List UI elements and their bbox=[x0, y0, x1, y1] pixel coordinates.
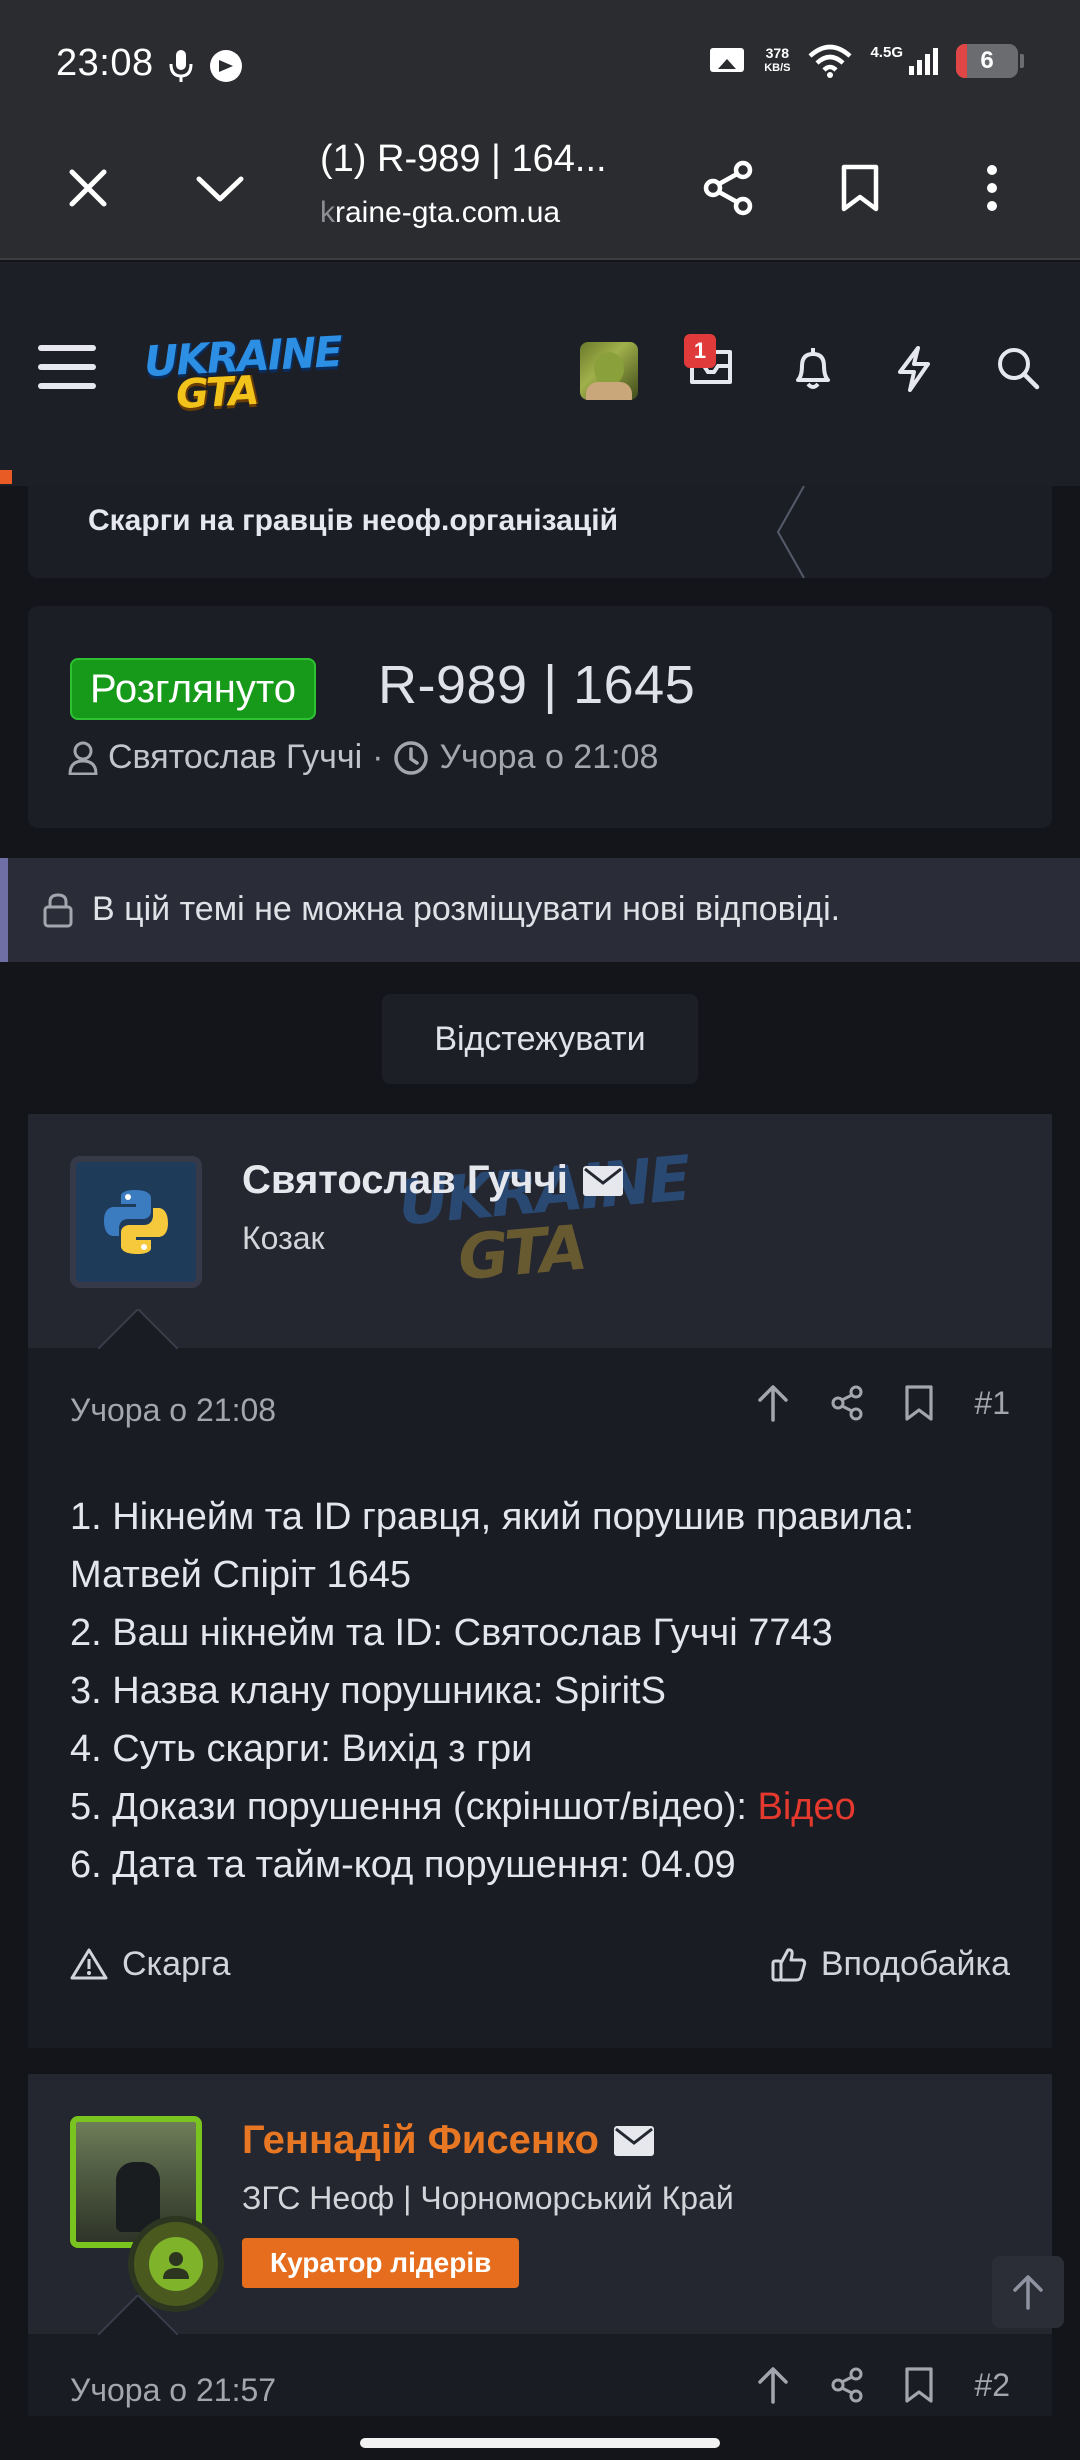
post-line: 2. Ваш нікнейм та ID: Святослав Гуччі 77… bbox=[70, 1612, 833, 1654]
bookmark-icon[interactable] bbox=[904, 1384, 934, 1422]
home-gesture-handle[interactable] bbox=[360, 2438, 720, 2448]
thread-title: R-989 | 1645 bbox=[378, 655, 696, 715]
post-date[interactable]: Учора о 21:57 bbox=[70, 2372, 276, 2409]
site-logo[interactable]: UKRAINE GTA bbox=[138, 324, 342, 424]
post-actions: #2 bbox=[756, 2366, 1010, 2404]
post-number[interactable]: #2 bbox=[974, 2367, 1010, 2404]
post-2: Геннадій Фисенко ЗГС Неоф | Чорноморськи… bbox=[28, 2074, 1052, 2460]
user-title: Козак bbox=[242, 1220, 325, 1256]
close-icon[interactable] bbox=[50, 150, 126, 226]
arrow-up-icon bbox=[1011, 2274, 1045, 2310]
python-logo-icon bbox=[104, 1190, 168, 1254]
evidence-video-link[interactable]: Відео bbox=[758, 1786, 856, 1828]
status-bar: 23:08 378 KB/S 4.5G 6 bbox=[0, 0, 1080, 120]
breadcrumb-label: Скарги на гравців неоф.організацій bbox=[88, 504, 619, 537]
thread-meta: Святослав Гуччі · Учора о 21:08 bbox=[68, 738, 658, 777]
report-button[interactable]: Скарга bbox=[70, 1945, 231, 1984]
breadcrumb-separator-icon bbox=[776, 486, 805, 578]
lightning-icon[interactable] bbox=[894, 346, 934, 392]
post-footer: Скарга Вподобайка bbox=[70, 1934, 1010, 1994]
lock-icon bbox=[42, 892, 74, 928]
post-username[interactable]: Святослав Гуччі bbox=[242, 1158, 624, 1203]
user-icon bbox=[68, 741, 98, 775]
microphone-icon bbox=[168, 48, 194, 84]
like-button[interactable]: Вподобайка bbox=[771, 1945, 1010, 1984]
post-actions: #1 bbox=[756, 1384, 1010, 1422]
post-line: 1. Нікнейм та ID гравця, який порушив пр… bbox=[70, 1496, 914, 1596]
user-title: ЗГС Неоф | Чорноморський Край bbox=[242, 2180, 734, 2216]
cell-signal-icon: 4.5G bbox=[870, 45, 938, 76]
header-accent bbox=[0, 470, 12, 484]
arrow-up-icon[interactable] bbox=[756, 1384, 790, 1422]
user-bar-pointer bbox=[98, 1309, 178, 1349]
thumbs-up-icon bbox=[771, 1946, 807, 1982]
hamburger-menu-icon[interactable] bbox=[36, 342, 98, 392]
breadcrumb[interactable]: Скарги на гравців неоф.організацій bbox=[28, 486, 1052, 578]
post-1: UKRAINE GTA Святослав Гуччі Козак Учора … bbox=[28, 1114, 1052, 2048]
post-line: 5. Докази порушення (скріншот/відео): Ві… bbox=[70, 1786, 856, 1828]
watch-thread-button[interactable]: Відстежувати bbox=[382, 994, 698, 1084]
site-header: UKRAINE GTA 1 bbox=[0, 262, 1080, 486]
status-prefix-badge[interactable]: Розглянуто bbox=[70, 658, 316, 720]
arrow-up-icon[interactable] bbox=[756, 2366, 790, 2404]
bookmark-icon[interactable] bbox=[904, 2366, 934, 2404]
warning-icon bbox=[70, 1947, 108, 1981]
post-line: 4. Суть скарги: Вихід з гри bbox=[70, 1728, 533, 1770]
locked-notice: В цій темі не можна розміщувати нові від… bbox=[0, 858, 1080, 962]
thread-author-link[interactable]: Святослав Гуччі bbox=[108, 738, 362, 777]
thread-header: Розглянуто R-989 | 1645 Святослав Гуччі … bbox=[28, 606, 1052, 828]
status-time: 23:08 bbox=[56, 42, 154, 84]
post-number[interactable]: #1 bbox=[974, 1385, 1010, 1422]
chevron-down-icon[interactable] bbox=[182, 150, 258, 226]
search-icon[interactable] bbox=[996, 346, 1040, 390]
wifi-icon bbox=[808, 44, 852, 78]
bookmark-icon[interactable] bbox=[822, 150, 898, 226]
notification-badge: 1 bbox=[684, 334, 716, 368]
envelope-icon[interactable] bbox=[582, 1165, 624, 1197]
share-icon[interactable] bbox=[830, 1385, 864, 1421]
scroll-to-top-button[interactable] bbox=[992, 2256, 1064, 2328]
bell-icon[interactable] bbox=[792, 346, 834, 392]
post-username[interactable]: Геннадій Фисенко bbox=[242, 2118, 655, 2163]
user-banner: Куратор лідерів bbox=[242, 2238, 520, 2288]
cast-icon bbox=[208, 48, 244, 84]
envelope-icon[interactable] bbox=[613, 2125, 655, 2157]
screen-mirror-icon bbox=[708, 45, 746, 77]
share-icon[interactable] bbox=[830, 2367, 864, 2403]
user-avatar[interactable] bbox=[70, 1156, 202, 1288]
user-bar-pointer bbox=[98, 2295, 178, 2335]
system-navigation-bar bbox=[0, 2416, 1080, 2460]
post-body: 1. Нікнейм та ID гравця, який порушив пр… bbox=[70, 1488, 1010, 1894]
post-date[interactable]: Учора о 21:08 bbox=[70, 1392, 276, 1429]
url-display[interactable]: kraine-gta.com.ua bbox=[320, 196, 560, 230]
share-icon[interactable] bbox=[690, 150, 766, 226]
account-avatar[interactable] bbox=[580, 342, 638, 400]
page-tab-title[interactable]: (1) R-989 | 164... bbox=[320, 138, 607, 181]
battery-indicator: 6 bbox=[956, 44, 1018, 78]
post-line: 3. Назва клану порушника: SpiritS bbox=[70, 1670, 666, 1712]
more-options-icon[interactable] bbox=[954, 150, 1030, 226]
post-line: 6. Дата та тайм-код порушення: 04.09 bbox=[70, 1844, 736, 1886]
post-user-bar: UKRAINE GTA Святослав Гуччі Козак bbox=[28, 1114, 1052, 1349]
clock-icon bbox=[393, 740, 429, 776]
post-user-bar: Геннадій Фисенко ЗГС Неоф | Чорноморськи… bbox=[28, 2074, 1052, 2335]
network-speed: 378 KB/S bbox=[764, 45, 791, 75]
thread-date[interactable]: Учора о 21:08 bbox=[439, 738, 658, 777]
locked-notice-text: В цій темі не можна розміщувати нові від… bbox=[92, 890, 841, 928]
browser-toolbar: (1) R-989 | 164... kraine-gta.com.ua bbox=[0, 120, 1080, 260]
